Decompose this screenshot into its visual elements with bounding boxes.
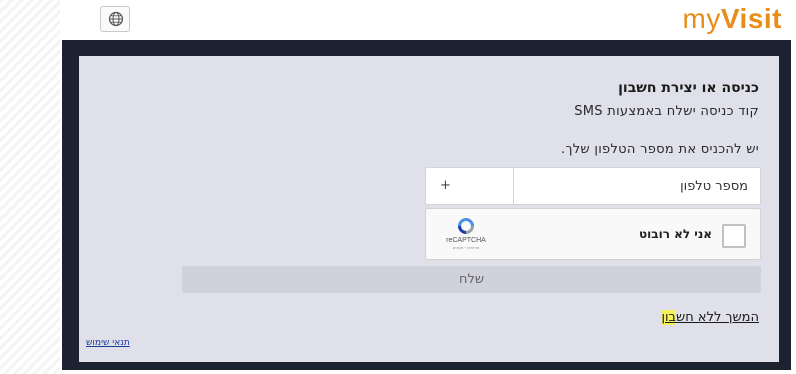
phone-instruction: יש להכניס את מספר הטלפון שלך. bbox=[561, 142, 759, 157]
recaptcha-terms[interactable]: פרטיות - תנאים bbox=[440, 245, 492, 250]
submit-button[interactable]: שלח bbox=[182, 266, 761, 293]
login-card: כניסה או יצירת חשבון קוד כניסה ישלח באמצ… bbox=[79, 56, 779, 362]
sms-subtitle: קוד כניסה ישלח באמצעות SMS bbox=[574, 104, 759, 119]
background-pattern bbox=[0, 0, 60, 374]
header: myVisit bbox=[60, 0, 796, 40]
recaptcha-brand: reCAPTCHA bbox=[446, 237, 486, 244]
terms-of-use-link[interactable]: תנאי שימוש bbox=[86, 338, 130, 348]
page-title: כניסה או יצירת חשבון bbox=[618, 80, 759, 96]
page: myVisit כניסה או יצירת חשבון קוד כניסה י… bbox=[0, 0, 796, 374]
phone-field-group: + bbox=[425, 167, 761, 205]
recaptcha-icon bbox=[458, 218, 474, 234]
globe-chat-icon[interactable] bbox=[100, 6, 130, 32]
logo-text-part1: my bbox=[682, 3, 721, 34]
country-code-select[interactable]: + bbox=[426, 168, 514, 204]
continue-link-highlight: בון bbox=[661, 310, 677, 325]
recaptcha-widget: אני לא רובוט reCAPTCHA פרטיות - תנאים bbox=[425, 208, 761, 260]
phone-number-input[interactable] bbox=[515, 168, 760, 204]
recaptcha-logo: reCAPTCHA פרטיות - תנאים bbox=[440, 216, 492, 256]
recaptcha-label: אני לא רובוט bbox=[639, 227, 712, 241]
recaptcha-checkbox[interactable] bbox=[722, 224, 746, 248]
continue-link-text: המשך ללא חש bbox=[676, 310, 759, 325]
myvisit-logo[interactable]: myVisit bbox=[683, 3, 782, 35]
continue-without-account-link[interactable]: המשך ללא חשבון bbox=[661, 310, 759, 325]
logo-text-part2: Visit bbox=[720, 3, 782, 34]
